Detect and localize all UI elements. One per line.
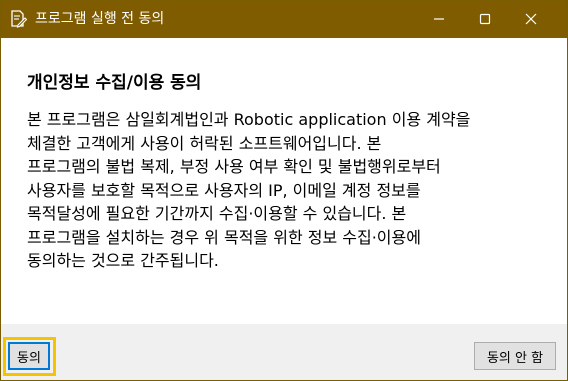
consent-line: 목적달성에 필요한 기간까지 수집·이용할 수 있습니다. 본 [27, 204, 407, 223]
consent-dialog-window: 프로그램 실행 전 동의 개인정보 수집/이용 동의 본 프로그램은 삼일회계법… [0, 0, 568, 381]
consent-body: 본 프로그램은 삼일회계법인과 Robotic application 이용 계… [27, 108, 547, 273]
consent-line: 본 프로그램은 삼일회계법인과 Robotic application 이용 계… [27, 110, 471, 129]
close-icon [525, 10, 537, 29]
minimize-icon [433, 10, 445, 29]
button-bar: 동의 동의 안 함 [1, 324, 567, 380]
window-title: 프로그램 실행 전 동의 [35, 11, 165, 27]
close-button[interactable] [508, 1, 554, 38]
agree-button[interactable]: 동의 [8, 342, 50, 370]
consent-line: 프로그램의 불법 복제, 부정 사용 여부 확인 및 불법행위로부터 [27, 157, 441, 176]
maximize-icon [479, 10, 491, 29]
minimize-button[interactable] [416, 1, 462, 38]
title-bar[interactable]: 프로그램 실행 전 동의 [1, 1, 567, 38]
consent-line: 프로그램을 설치하는 경우 위 목적을 위한 정보 수집·이용에 [27, 227, 421, 247]
document-pen-icon [9, 10, 28, 28]
maximize-button[interactable] [462, 1, 508, 38]
disagree-button[interactable]: 동의 안 함 [474, 342, 556, 370]
consent-content: 개인정보 수집/이용 동의 본 프로그램은 삼일회계법인과 Robotic ap… [1, 38, 567, 324]
consent-line: 동의하는 것으로 간주됩니다. [27, 251, 219, 270]
consent-line: 체결한 고객에게 사용이 허락된 소프트웨어입니다. 본 [27, 133, 382, 153]
consent-line: 사용자를 보호할 목적으로 사용자의 IP, 이메일 계정 정보를 [27, 180, 421, 200]
consent-heading: 개인정보 수집/이용 동의 [27, 73, 202, 93]
